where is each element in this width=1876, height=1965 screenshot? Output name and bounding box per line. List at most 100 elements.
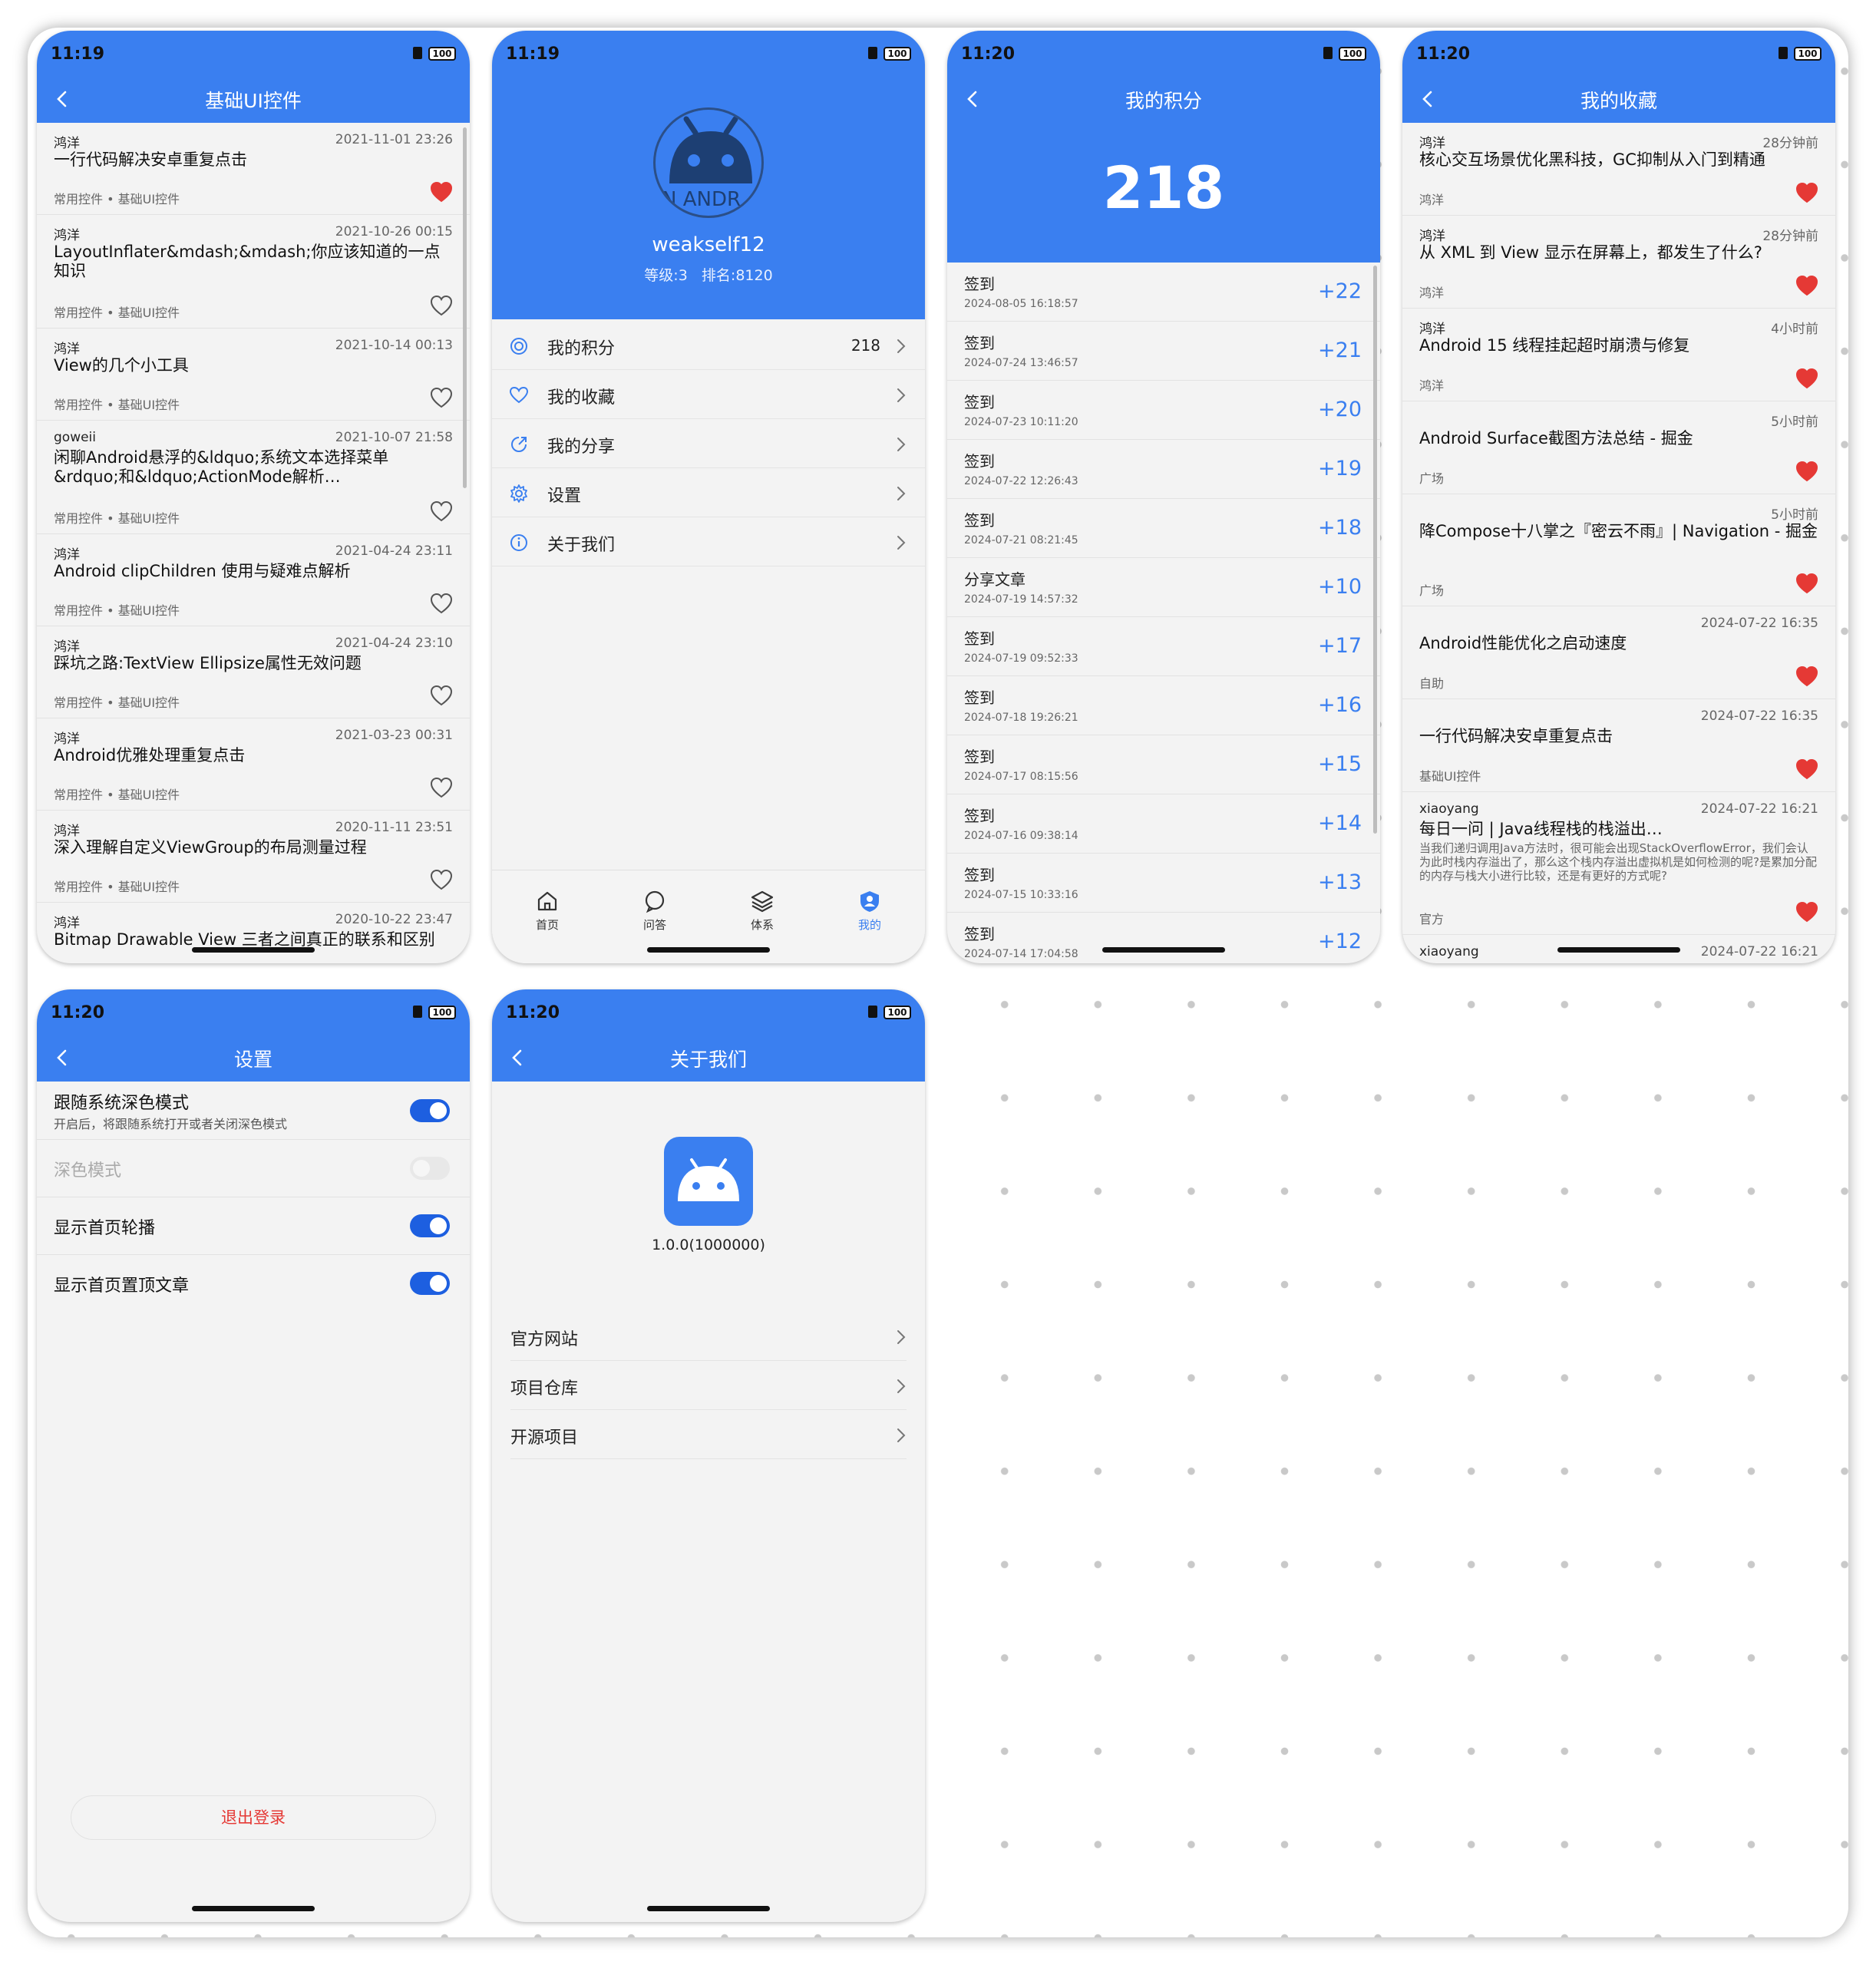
heart-outline-icon[interactable] (430, 777, 453, 798)
article-item[interactable]: 鸿洋 2021-04-24 23:11 Android clipChildren 使… (37, 534, 470, 626)
home-indicator[interactable] (647, 1906, 770, 1911)
heart-outline-icon[interactable] (430, 387, 453, 408)
toggle-home-top-articles[interactable] (410, 1272, 450, 1295)
menu-item-2[interactable]: 我的分享 (492, 419, 925, 468)
heart-filled-icon[interactable] (1795, 758, 1818, 780)
article-title: 深入理解自定义ViewGroup的布局测量过程 (54, 838, 367, 857)
tab-mine[interactable]: 我的 (831, 889, 908, 933)
heart-filled-icon[interactable] (1795, 275, 1818, 296)
article-item[interactable]: 鸿洋 2020-11-11 23:51 深入理解自定义ViewGroup的布局测量过… (37, 811, 470, 903)
article-title: 闲聊Android悬浮的&ldquo;系统文本选择菜单&rdquo;和&ldqu… (54, 448, 389, 486)
tab-home[interactable]: 首页 (509, 889, 586, 933)
setting-home-banner[interactable]: 显示首页轮播 (37, 1197, 470, 1255)
home-indicator[interactable] (647, 947, 770, 953)
article-item[interactable]: 鸿洋 2021-11-01 23:26 一行代码解决安卓重复点击 常用控件 • 基础U… (37, 123, 470, 215)
record-date: 2024-07-21 08:21:45 (964, 534, 1078, 547)
chevron-right-icon (897, 388, 906, 402)
heart-outline-icon (509, 386, 529, 404)
menu-item-1[interactable]: 我的收藏 (492, 370, 925, 419)
scrollbar[interactable] (463, 127, 467, 488)
record-points: +12 (1318, 930, 1362, 953)
points-record: 签到 2024-07-23 10:11:20 +20 (947, 381, 1380, 440)
favorites-list: 鸿洋 28分钟前 核心交互场景优化黑科技，GC抑制从入门到精通 鸿洋 鸿洋 28分钟前从 … (1402, 123, 1835, 963)
favorite-author: xiaoyang (1419, 944, 1479, 959)
heart-outline-icon[interactable] (430, 685, 453, 706)
menu-item-label: 我的积分 (547, 339, 616, 358)
article-tags: 常用控件 • 基础UI控件 (54, 511, 180, 526)
menu-item-0[interactable]: 我的积分 218 (492, 321, 925, 370)
heart-outline-icon[interactable] (430, 869, 453, 890)
user-shield-icon (860, 891, 879, 912)
favorite-item[interactable]: 2024-07-22 16:35 Android性能优化之启动速度 自助 (1402, 606, 1835, 699)
favorite-date: 28分钟前 (1762, 136, 1818, 151)
tab-system[interactable]: 体系 (724, 889, 801, 933)
setting-dark-mode[interactable]: 深色模式 (37, 1140, 470, 1197)
home-indicator[interactable] (1102, 947, 1225, 953)
record-type: 签到 (964, 629, 995, 648)
scrollbar[interactable] (1373, 266, 1377, 834)
menu-item-4[interactable]: 关于我们 (492, 517, 925, 566)
heart-outline-icon[interactable] (430, 295, 453, 316)
status-bar: 11:20 100 (947, 31, 1380, 69)
profile-header: 11:19 100 N ANDR weakself12 等级:3 排名:8120 (492, 31, 925, 319)
record-points: +20 (1318, 398, 1362, 421)
heart-filled-icon[interactable] (1795, 182, 1818, 203)
favorite-item[interactable]: 鸿洋 4小时前 Android 15 线程挂起超时崩溃与修复 鸿洋 (1402, 309, 1835, 401)
battery-icon: 100 (428, 1006, 456, 1019)
heart-outline-icon[interactable] (430, 593, 453, 614)
favorite-item[interactable]: 2024-07-22 16:35 一行代码解决安卓重复点击 基础UI控件 (1402, 699, 1835, 792)
chevron-right-icon (897, 536, 906, 550)
about-link-1[interactable]: 项目仓库 (510, 1361, 907, 1410)
heart-filled-icon[interactable] (1795, 901, 1818, 923)
android-logo-icon (678, 1158, 739, 1201)
favorite-item[interactable]: 鸿洋 28分钟前 核心交互场景优化黑科技，GC抑制从入门到精通 鸿洋 (1402, 123, 1835, 216)
record-points: +17 (1318, 634, 1362, 658)
favorite-item[interactable]: xiaoyang 2024-07-22 16:21 每日一问 | Java线程栈的栈… (1402, 792, 1835, 935)
phone-screen-basic-ui: 11:19 100 基础UI控件 鸿洋 2021-11-01 23:26 一行代码解… (37, 31, 470, 963)
toggle-follow-system-dark[interactable] (410, 1099, 450, 1122)
home-indicator[interactable] (1557, 947, 1680, 953)
article-item[interactable]: 鸿洋 2021-04-24 23:10 踩坑之路:TextView Ellipsiz… (37, 626, 470, 718)
heart-outline-icon[interactable] (430, 500, 453, 522)
favorite-author: xiaoyang (1419, 801, 1479, 817)
article-title: Android优雅处理重复点击 (54, 746, 246, 765)
article-title: 一行代码解决安卓重复点击 (54, 150, 247, 169)
about-link-0[interactable]: 官方网站 (510, 1312, 907, 1361)
home-indicator[interactable] (192, 1906, 315, 1911)
logout-button[interactable]: 退出登录 (71, 1795, 436, 1840)
phone-screen-settings: 11:20 100 设置 跟随系统深色模式 开启后，将跟随系统打开或者关闭深色模… (37, 989, 470, 1922)
heart-filled-icon[interactable] (1795, 461, 1818, 482)
home-icon (537, 891, 557, 911)
points-header: 11:20 100 我的积分 218 (947, 31, 1380, 263)
article-item[interactable]: 鸿洋 2021-10-14 00:13 View的几个小工具 常用控件 • 基础UI控… (37, 329, 470, 421)
heart-filled-icon[interactable] (1795, 368, 1818, 389)
status-bar: 11:20 100 (1402, 31, 1835, 69)
record-type: 签到 (964, 748, 995, 766)
toggle-dark-mode[interactable] (410, 1157, 450, 1180)
setting-label: 显示首页置顶文章 (54, 1276, 190, 1296)
menu-item-3[interactable]: 设置 (492, 468, 925, 517)
article-item[interactable]: 鸿洋 2020-10-22 23:47 Bitmap Drawable View 三… (37, 903, 470, 963)
toggle-home-banner[interactable] (410, 1214, 450, 1237)
record-date: 2024-07-19 09:52:33 (964, 652, 1078, 665)
heart-filled-icon[interactable] (1795, 665, 1818, 687)
article-item[interactable]: 鸿洋 2021-03-23 00:31 Android优雅处理重复点击 常用控件 • … (37, 718, 470, 811)
setting-label: 深色模式 (54, 1161, 122, 1181)
article-author: 鸿洋 (54, 916, 80, 931)
favorite-date: 5小时前 (1771, 414, 1818, 430)
article-item[interactable]: 鸿洋 2021-10-26 00:15 LayoutInflater&mdash;&… (37, 215, 470, 329)
heart-filled-icon[interactable] (430, 181, 453, 203)
favorite-item[interactable]: 鸿洋 28分钟前从 XML 到 View 显示在屏幕上，都发生了什么? 鸿洋 (1402, 216, 1835, 309)
favorite-item[interactable]: 5小时前 降Compose十八掌之『密云不雨』| Navigation - 掘金广… (1402, 494, 1835, 606)
setting-follow-system-dark[interactable]: 跟随系统深色模式 开启后，将跟随系统打开或者关闭深色模式 (37, 1082, 470, 1140)
status-time: 11:19 (506, 45, 560, 64)
article-item[interactable]: goweii 2021-10-07 21:58 闲聊Android悬浮的&ldquo… (37, 421, 470, 534)
setting-home-top-articles[interactable]: 显示首页置顶文章 (37, 1255, 470, 1313)
avatar[interactable]: N ANDR (653, 107, 764, 218)
home-indicator[interactable] (192, 947, 315, 953)
favorite-title: Android Surface截图方法总结 - 掘金 (1419, 429, 1693, 447)
about-link-2[interactable]: 开源项目 (510, 1410, 907, 1459)
tab-qa[interactable]: 问答 (616, 889, 693, 933)
heart-filled-icon[interactable] (1795, 573, 1818, 594)
favorite-item[interactable]: 5小时前 Android Surface截图方法总结 - 掘金 广场 (1402, 401, 1835, 494)
